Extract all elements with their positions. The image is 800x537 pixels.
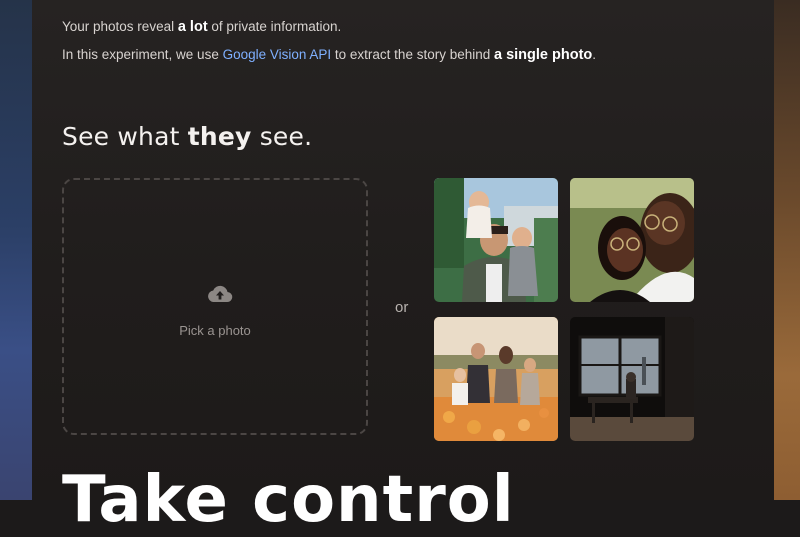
photo-image xyxy=(434,178,558,302)
headline-emphasis: they xyxy=(187,122,252,151)
sample-photo-couple-glasses[interactable] xyxy=(570,178,694,302)
pick-photo-label: Pick a photo xyxy=(179,323,251,338)
sample-photo-family-flower-field[interactable] xyxy=(434,317,558,441)
google-vision-api-link[interactable]: Google Vision API xyxy=(223,47,332,62)
take-control-heading: Take control xyxy=(62,463,515,537)
intro-text: of private information. xyxy=(207,19,342,34)
intro-emphasis: a lot xyxy=(177,19,208,35)
section-headline: See what they see. xyxy=(62,122,312,151)
background-edge-right xyxy=(774,0,800,500)
photo-image xyxy=(570,317,694,441)
cloud-upload-icon xyxy=(208,285,233,303)
intro-line-2: In this experiment, we use Google Vision… xyxy=(62,47,596,63)
headline-text: see. xyxy=(251,122,313,151)
intro-text: In this experiment, we use xyxy=(62,47,223,62)
photo-image xyxy=(570,178,694,302)
intro-text: . xyxy=(592,47,597,62)
background-edge-left xyxy=(0,0,32,500)
headline-text: See what xyxy=(62,122,188,151)
photo-image xyxy=(434,317,558,441)
sample-photo-family-dad-kids[interactable] xyxy=(434,178,558,302)
photo-upload-dropzone[interactable]: Pick a photo xyxy=(62,178,368,435)
intro-text: Your photos reveal xyxy=(62,19,178,34)
intro-emphasis: a single photo xyxy=(494,47,593,63)
intro-line-1: Your photos reveal a lot of private info… xyxy=(62,19,341,35)
or-separator: or xyxy=(395,299,409,316)
intro-text: to extract the story behind xyxy=(331,47,494,62)
sample-photo-interior-window-city[interactable] xyxy=(570,317,694,441)
